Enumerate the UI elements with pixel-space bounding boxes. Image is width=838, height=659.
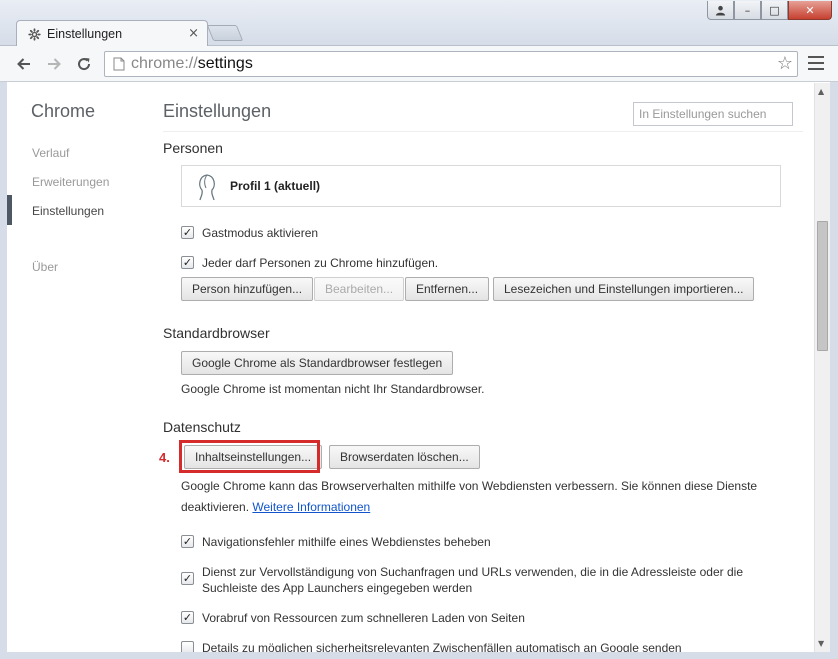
window-titlebar: Einstellungen × – □ ✕ — [0, 0, 838, 47]
checkbox-label: Details zu möglichen sicherheitsrelevant… — [202, 641, 682, 652]
sidebar-item-verlauf[interactable]: Verlauf — [32, 146, 69, 160]
minimize-button[interactable]: – — [734, 1, 761, 20]
check-icon: ✓ — [182, 611, 193, 624]
title-divider — [163, 131, 803, 132]
page-icon — [111, 56, 127, 72]
window-controls: – □ ✕ — [707, 1, 832, 20]
close-button[interactable]: ✕ — [788, 1, 832, 20]
check-icon: ✓ — [182, 226, 193, 239]
tab-settings[interactable]: Einstellungen × — [16, 20, 208, 47]
new-tab-button[interactable] — [206, 25, 244, 41]
section-title-personen: Personen — [163, 140, 223, 156]
checkbox-sicherheitsdetails[interactable] — [181, 641, 194, 652]
edit-person-button[interactable]: Bearbeiten... — [314, 277, 405, 301]
set-default-browser-button[interactable]: Google Chrome als Standardbrowser festle… — [181, 351, 454, 375]
checkbox-suchvervollstaendigung[interactable]: ✓ — [181, 572, 194, 585]
checkbox-personen-hinzufuegen[interactable]: ✓ — [181, 256, 194, 269]
page-title: Einstellungen — [163, 101, 272, 121]
checkbox-label: Gastmodus aktivieren — [202, 226, 319, 240]
clear-browsing-data-button[interactable]: Browserdaten löschen... — [329, 445, 480, 469]
section-title-standardbrowser: Standardbrowser — [163, 325, 270, 341]
tab-title: Einstellungen — [47, 27, 123, 41]
checkbox-row-suchvervollstaendigung[interactable]: ✓ Dienst zur Vervollständigung von Sucha… — [181, 564, 761, 596]
sidebar: Chrome Verlauf Erweiterungen Einstellung… — [7, 83, 147, 652]
import-bookmarks-button[interactable]: Lesezeichen und Einstellungen importiere… — [493, 277, 755, 301]
default-browser-status: Google Chrome ist momentan nicht Ihr Sta… — [181, 382, 485, 396]
user-icon[interactable] — [707, 1, 734, 20]
check-icon: ✓ — [182, 572, 193, 585]
checkbox-row-vorabruf[interactable]: ✓ Vorabruf von Ressourcen zum schnellere… — [181, 610, 525, 626]
address-bar[interactable]: chrome://settings ☆ — [104, 51, 798, 77]
forward-arrow-icon[interactable] — [44, 54, 64, 74]
tab-close-icon[interactable]: × — [188, 27, 199, 40]
sidebar-brand: Chrome — [31, 101, 96, 121]
section-title-datenschutz: Datenschutz — [163, 419, 241, 435]
checkbox-row-sicherheitsdetails[interactable]: Details zu möglichen sicherheitsrelevant… — [181, 640, 682, 652]
window-border-bottom — [0, 652, 838, 659]
sidebar-item-einstellungen[interactable]: Einstellungen — [32, 204, 104, 218]
check-icon: ✓ — [182, 535, 193, 548]
checkbox-label: Dienst zur Vervollständigung von Suchanf… — [202, 565, 743, 595]
sidebar-item-erweiterungen[interactable]: Erweiterungen — [32, 175, 109, 189]
settings-page: Chrome Verlauf Erweiterungen Einstellung… — [7, 83, 830, 652]
check-icon: ✓ — [182, 256, 193, 269]
add-person-button[interactable]: Person hinzufügen... — [181, 277, 314, 301]
step-label: 4. — [159, 450, 170, 465]
checkbox-row-gastmodus[interactable]: ✓ Gastmodus aktivieren — [181, 225, 318, 241]
url-scheme: chrome:// — [131, 55, 198, 72]
window-border-right — [830, 82, 838, 659]
scroll-down-icon[interactable]: ▼ — [818, 639, 824, 648]
url-host: settings — [197, 55, 253, 72]
scroll-up-icon[interactable]: ▲ — [818, 87, 824, 96]
gear-icon — [27, 27, 41, 41]
privacy-description: Google Chrome kann das Browserverhalten … — [181, 476, 771, 518]
profile-name: Profil 1 (aktuell) — [230, 179, 321, 193]
checkbox-navigationsfehler[interactable]: ✓ — [181, 535, 194, 548]
checkbox-label: Vorabruf von Ressourcen zum schnelleren … — [202, 611, 525, 625]
sidebar-item-ueber[interactable]: Über — [32, 260, 58, 274]
checkbox-row-navigationsfehler[interactable]: ✓ Navigationsfehler mithilfe eines Webdi… — [181, 534, 491, 550]
checkbox-row-personen-hinzufuegen[interactable]: ✓ Jeder darf Personen zu Chrome hinzufüg… — [181, 255, 438, 271]
sidebar-active-indicator — [7, 195, 12, 225]
checkbox-label: Navigationsfehler mithilfe eines Webdien… — [202, 535, 491, 549]
back-arrow-icon[interactable] — [14, 54, 34, 74]
highlight-box — [179, 440, 320, 473]
remove-person-button[interactable]: Entfernen... — [405, 277, 490, 301]
browser-toolbar: chrome://settings ☆ — [0, 46, 838, 82]
profile-item[interactable]: Profil 1 (aktuell) — [181, 165, 781, 207]
checkbox-gastmodus[interactable]: ✓ — [181, 226, 194, 239]
reload-icon[interactable] — [74, 54, 94, 74]
window-border-left — [0, 82, 7, 659]
page-scrollbar[interactable]: ▲ ▼ — [814, 83, 830, 652]
scroll-thumb[interactable] — [817, 221, 828, 351]
checkbox-vorabruf[interactable]: ✓ — [181, 611, 194, 624]
more-info-link[interactable]: Weitere Informationen — [252, 500, 370, 514]
chrome-menu-icon[interactable] — [808, 56, 824, 70]
avatar-icon — [199, 174, 215, 201]
settings-search-input[interactable]: In Einstellungen suchen — [633, 102, 793, 126]
maximize-button[interactable]: □ — [761, 1, 788, 20]
bookmark-star-icon[interactable]: ☆ — [777, 54, 793, 74]
checkbox-label: Jeder darf Personen zu Chrome hinzufügen… — [202, 256, 439, 270]
